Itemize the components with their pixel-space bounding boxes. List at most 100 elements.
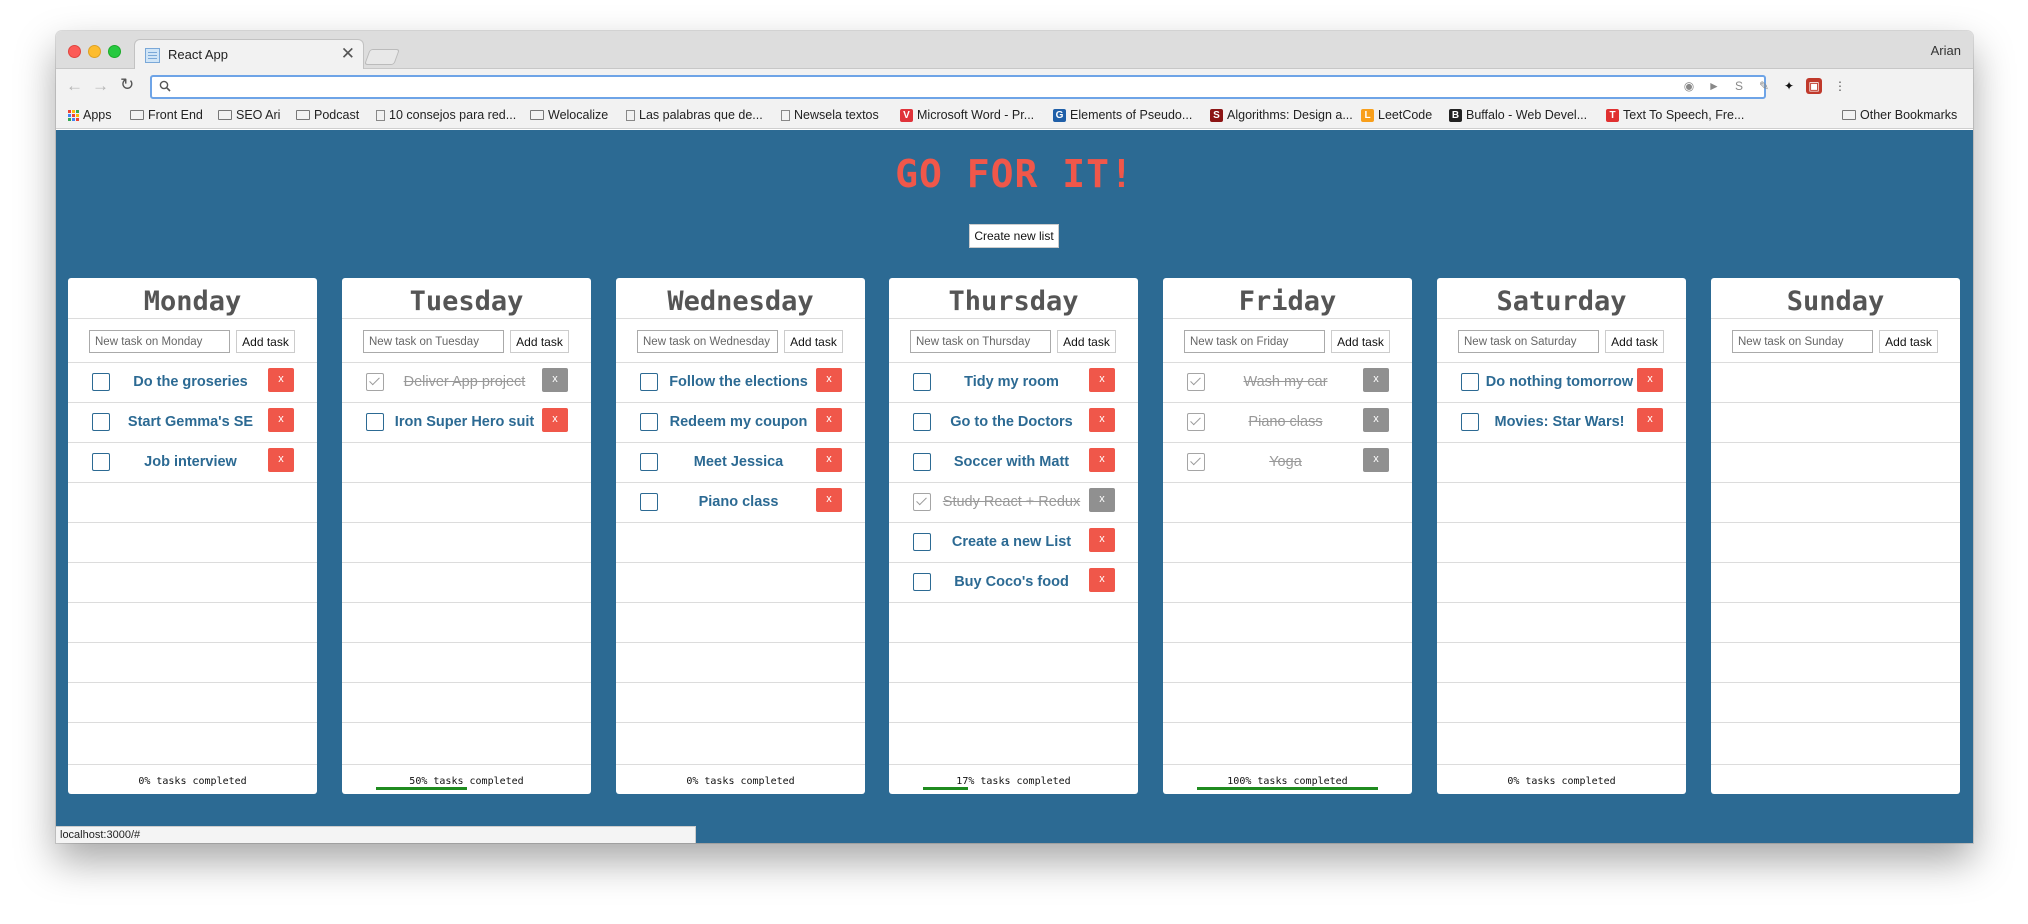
row-divider	[1711, 482, 1960, 483]
tab-close-icon[interactable]: ✕	[341, 44, 355, 64]
delete-task-button[interactable]: x	[1089, 568, 1115, 592]
delete-task-button[interactable]: x	[1089, 448, 1115, 472]
browser-tab[interactable]: React App ✕	[134, 39, 364, 70]
bookmark-item[interactable]: 10 consejos para red...	[376, 108, 516, 122]
delete-task-button[interactable]: x	[816, 408, 842, 432]
create-new-list-button[interactable]: Create new list	[969, 224, 1059, 248]
bookmark-item[interactable]: B Buffalo - Web Devel...	[1449, 108, 1587, 122]
add-task-button[interactable]: Add task	[1879, 330, 1938, 353]
add-task-button[interactable]: Add task	[236, 330, 295, 353]
bookmark-item[interactable]: L LeetCode	[1361, 108, 1432, 122]
new-task-input[interactable]	[637, 330, 778, 353]
tts-icon: T	[1606, 108, 1619, 122]
task-item: Piano class x	[616, 482, 865, 522]
row-divider	[1711, 442, 1960, 443]
delete-task-button[interactable]: x	[268, 448, 294, 472]
bookmark-item[interactable]: Front End	[130, 108, 203, 122]
new-task-input[interactable]	[89, 330, 230, 353]
row-divider	[68, 522, 317, 523]
delete-task-button[interactable]: x	[268, 368, 294, 392]
delete-task-button[interactable]: x	[1089, 528, 1115, 552]
menu-dots-icon[interactable]: ⋮	[1832, 78, 1848, 94]
progress-area: 17% tasks completed	[889, 764, 1138, 794]
folder-icon	[1842, 110, 1856, 120]
bookmark-item[interactable]: S Algorithms: Design a...	[1210, 108, 1353, 122]
add-task-button[interactable]: Add task	[1605, 330, 1664, 353]
day-title: Thursday	[948, 286, 1079, 317]
delete-task-button[interactable]: x	[1363, 408, 1389, 432]
add-task-button[interactable]: Add task	[1331, 330, 1390, 353]
task-item: Soccer with Matt x	[889, 442, 1138, 482]
delete-task-button[interactable]: x	[1089, 488, 1115, 512]
task-item: Do nothing tomorrow x	[1437, 362, 1686, 402]
reload-icon[interactable]: ↻	[120, 75, 134, 95]
other-bookmarks[interactable]: Other Bookmarks	[1842, 108, 1957, 122]
row-divider	[1437, 642, 1686, 643]
row-divider	[342, 642, 591, 643]
row-divider	[1437, 722, 1686, 723]
delete-task-button[interactable]: x	[1363, 448, 1389, 472]
bookmark-label: 10 consejos para red...	[389, 108, 517, 122]
window-minimize-button[interactable]	[88, 45, 101, 58]
new-task-input[interactable]	[1732, 330, 1873, 353]
new-task-input[interactable]	[1458, 330, 1599, 353]
bookmark-label: Elements of Pseudo...	[1070, 108, 1193, 122]
add-task-button[interactable]: Add task	[510, 330, 569, 353]
forward-arrow-icon[interactable]: →	[92, 76, 109, 96]
delete-task-button[interactable]: x	[542, 408, 568, 432]
bookmark-label: Welocalize	[548, 108, 609, 122]
url-input[interactable]	[176, 79, 1676, 95]
delete-task-button[interactable]: x	[1089, 408, 1115, 432]
task-item: Yoga x	[1163, 442, 1412, 482]
bookmark-item[interactable]: Newsela textos	[781, 108, 879, 122]
day-title: Wednesday	[667, 286, 814, 317]
address-bar[interactable]	[150, 75, 1766, 99]
bookmark-item[interactable]: T Text To Speech, Fre...	[1606, 108, 1744, 122]
delete-task-button[interactable]: x	[1637, 368, 1663, 392]
bookmark-item[interactable]: Las palabras que de...	[626, 108, 763, 122]
skype-icon[interactable]: S	[1731, 78, 1747, 94]
new-tab-button[interactable]	[364, 49, 400, 65]
delete-task-button[interactable]: x	[1089, 368, 1115, 392]
tools-extension-icon[interactable]: ✦	[1781, 78, 1797, 94]
delete-task-button[interactable]: x	[542, 368, 568, 392]
row-divider	[616, 602, 865, 603]
app-content: GO FOR IT! Create new list Monday Add tas…	[56, 130, 1973, 843]
divider	[1437, 318, 1686, 319]
task-text: Start Gemma's SE	[127, 414, 254, 430]
bookmark-item[interactable]: SEO Ari	[218, 108, 280, 122]
row-divider	[616, 682, 865, 683]
new-task-input[interactable]	[910, 330, 1051, 353]
delete-task-button[interactable]: x	[268, 408, 294, 432]
back-arrow-icon[interactable]: ←	[66, 76, 83, 96]
bookmark-item[interactable]: G Elements of Pseudo...	[1053, 108, 1192, 122]
day-column-wednesday: WednesdayAdd taskFollow the electionsxRe…	[616, 278, 865, 794]
bookmark-item[interactable]: Welocalize	[530, 108, 608, 122]
camera-icon[interactable]: ◉	[1681, 78, 1697, 94]
bookmark-item[interactable]: V Microsoft Word - Pr...	[900, 108, 1034, 122]
bookmark-item[interactable]: Apps	[68, 108, 112, 122]
bookmark-label: SEO Ari	[236, 108, 281, 122]
add-task-button[interactable]: Add task	[784, 330, 843, 353]
window-maximize-button[interactable]	[108, 45, 121, 58]
divider	[68, 318, 317, 319]
progress-bar	[923, 787, 968, 790]
bookmark-item[interactable]: Podcast	[296, 108, 359, 122]
red-extension-icon[interactable]: ▣	[1806, 78, 1822, 94]
audio-extension-icon[interactable]: ►	[1706, 78, 1722, 94]
delete-task-button[interactable]: x	[816, 368, 842, 392]
row-divider	[1437, 682, 1686, 683]
task-item: Redeem my coupon x	[616, 402, 865, 442]
window-close-button[interactable]	[68, 45, 81, 58]
task-item: Movies: Star Wars! x	[1437, 402, 1686, 442]
delete-task-button[interactable]: x	[816, 488, 842, 512]
new-task-input[interactable]	[363, 330, 504, 353]
add-task-button[interactable]: Add task	[1057, 330, 1116, 353]
eyedropper-icon[interactable]: ✎	[1756, 78, 1772, 94]
delete-task-button[interactable]: x	[816, 448, 842, 472]
row-divider	[68, 562, 317, 563]
new-task-input[interactable]	[1184, 330, 1325, 353]
profile-name[interactable]: Arian	[1931, 43, 1961, 58]
delete-task-button[interactable]: x	[1363, 368, 1389, 392]
delete-task-button[interactable]: x	[1637, 408, 1663, 432]
